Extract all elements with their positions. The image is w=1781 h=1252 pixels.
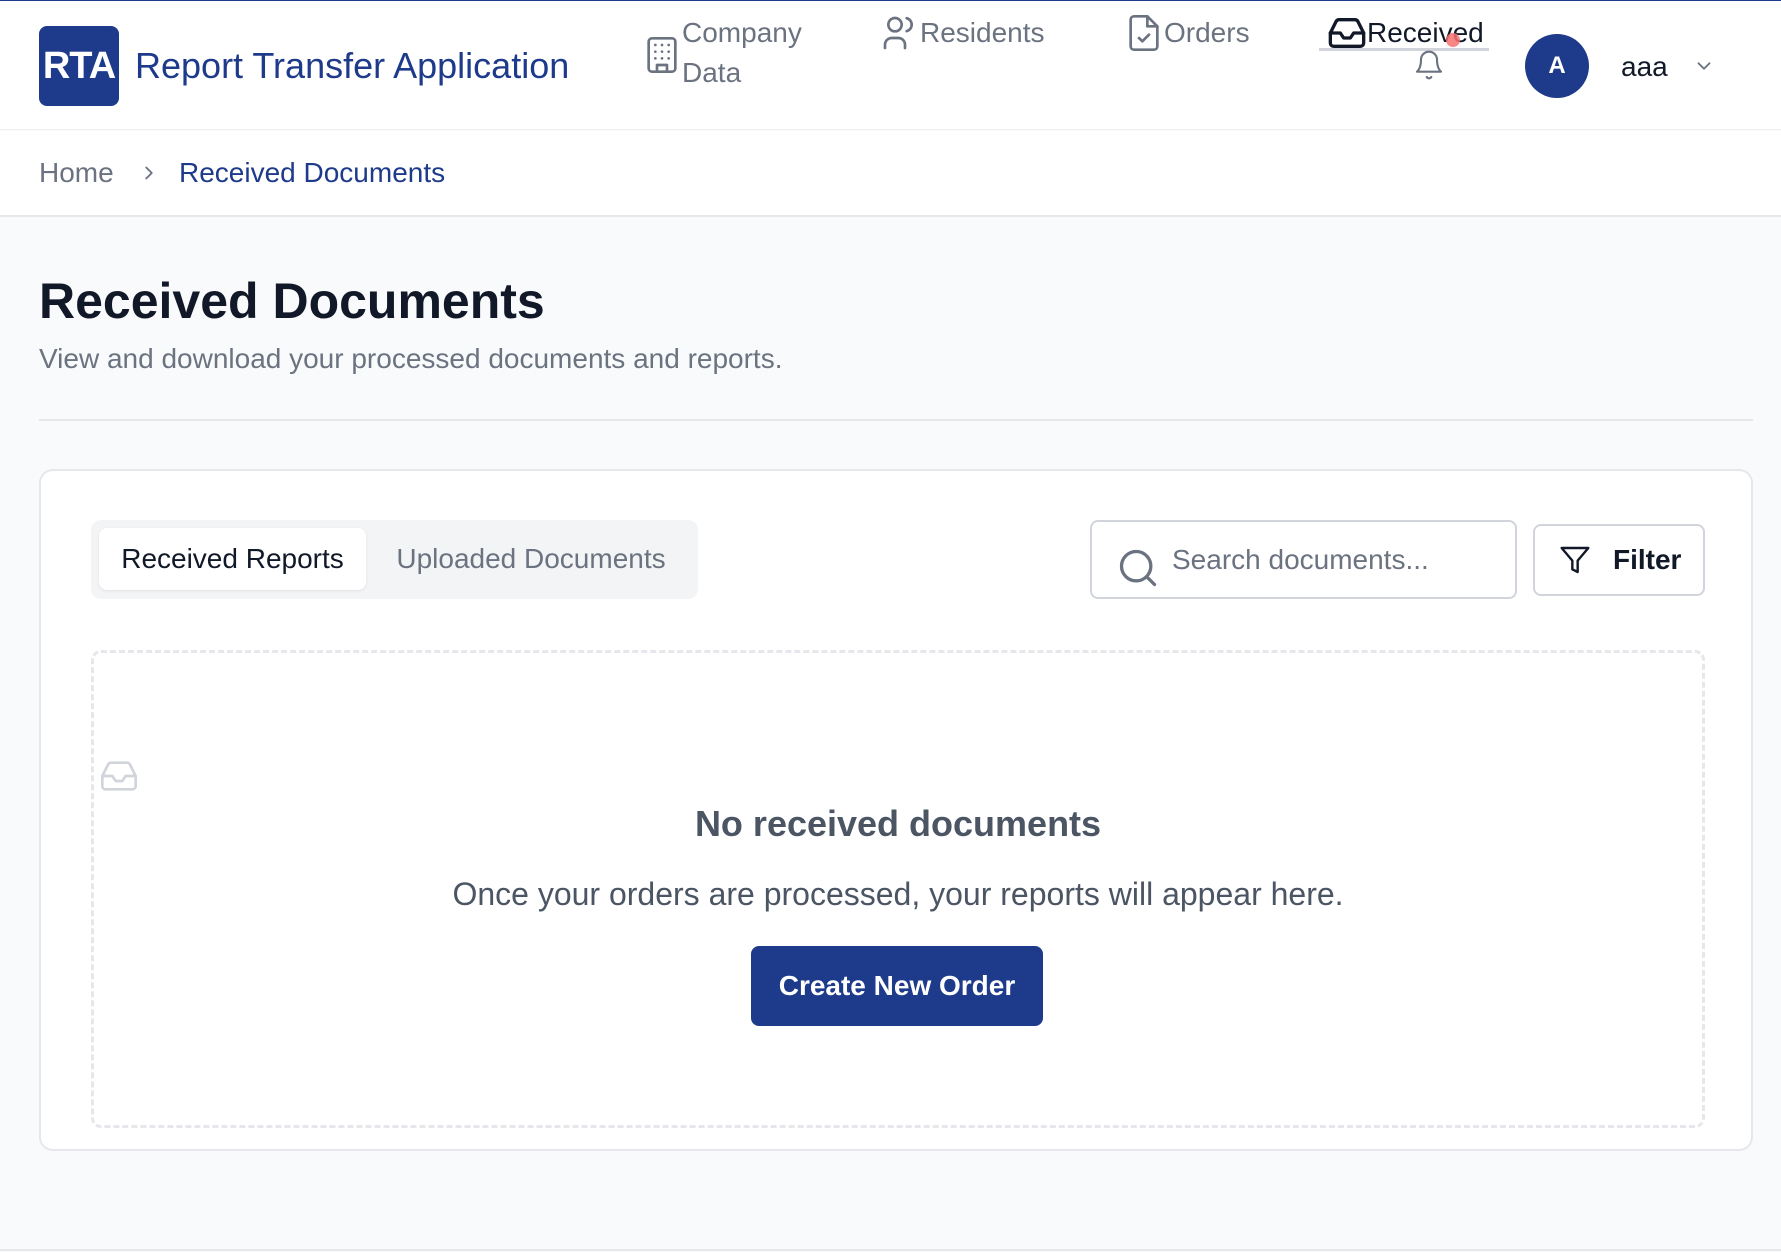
documents-card: Received Reports Uploaded Documents Filt…: [39, 469, 1753, 1151]
page-title: Received Documents: [39, 273, 545, 329]
nav-orders[interactable]: Orders: [1124, 13, 1250, 53]
app-logo[interactable]: RTA: [39, 26, 119, 106]
filter-label: Filter: [1613, 544, 1682, 575]
avatar[interactable]: A: [1525, 34, 1589, 98]
logo-text: RTA: [42, 44, 116, 87]
bell-icon[interactable]: [1413, 49, 1445, 81]
nav-residents-label: Residents: [920, 17, 1045, 48]
nav-orders-label: Orders: [1164, 17, 1250, 48]
filter-button[interactable]: Filter: [1533, 524, 1705, 596]
file-check-icon: [1129, 14, 1159, 52]
tab-uploaded-documents[interactable]: Uploaded Documents: [371, 528, 691, 590]
document-tabs: Received Reports Uploaded Documents: [91, 520, 698, 599]
nav-company-data-label: Company Data: [682, 17, 802, 88]
user-name[interactable]: aaa: [1621, 51, 1668, 83]
search-input[interactable]: [1172, 538, 1502, 582]
filter-icon: [1560, 546, 1590, 574]
breadcrumb-current: Received Documents: [179, 157, 446, 188]
nav-company-data[interactable]: Company Data: [642, 13, 802, 93]
empty-state-title: No received documents: [694, 803, 1102, 844]
nav-received[interactable]: Received: [1319, 13, 1489, 53]
inbox-icon: [101, 761, 138, 791]
building-icon: [647, 37, 677, 73]
nav-received-label: Received: [1367, 17, 1484, 48]
search-box[interactable]: [1090, 520, 1517, 599]
search-icon: [1119, 549, 1157, 587]
create-new-order-button[interactable]: Create New Order: [751, 946, 1043, 1026]
empty-state: No received documents Once your orders a…: [91, 650, 1705, 1128]
page-subtitle: View and download your processed documen…: [39, 343, 783, 374]
breadcrumb: Home Received Documents: [0, 131, 1781, 217]
users-icon: [883, 16, 913, 50]
chevron-down-icon[interactable]: [1693, 55, 1715, 77]
notification-dot: [1446, 33, 1460, 47]
footer-divider: [0, 1249, 1781, 1251]
nav-residents[interactable]: Residents: [880, 13, 1045, 53]
top-navigation-bar: RTA Report Transfer Application Company …: [0, 0, 1781, 130]
divider: [39, 419, 1753, 421]
inbox-icon: [1328, 18, 1366, 48]
chevron-right-icon: [145, 166, 153, 180]
tab-received-reports[interactable]: Received Reports: [99, 528, 366, 590]
breadcrumb-home[interactable]: Home: [39, 157, 114, 189]
empty-state-text: Once your orders are processed, your rep…: [452, 876, 1344, 912]
avatar-initial: A: [1548, 52, 1566, 79]
app-title: Report Transfer Application: [135, 45, 570, 86]
